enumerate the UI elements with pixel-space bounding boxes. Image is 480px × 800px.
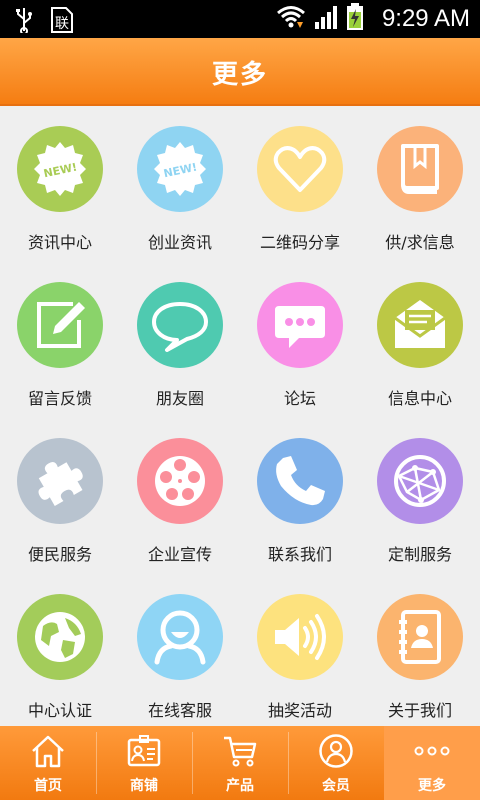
grid-item-label: 便民服务	[27, 545, 92, 564]
tab-label: 会员	[322, 778, 350, 794]
book-icon	[401, 144, 439, 194]
feature-grid: NEW! 资讯中心 NEW! 创业资讯 二维码分享 供/求信息 留言反馈 朋友圈	[0, 106, 480, 726]
puzzle-icon	[38, 461, 83, 506]
new-badge-icon: NEW!	[34, 142, 86, 196]
grid-item-moments[interactable]: 朋友圈	[120, 262, 240, 418]
contact-us-tile	[257, 438, 343, 524]
heart-icon	[273, 146, 327, 192]
grid-item-label: 企业宣传	[147, 545, 212, 564]
new-badge-icon: NEW!	[154, 142, 206, 196]
tab-shop[interactable]: 商铺	[96, 726, 192, 800]
grid-item-label: 定制服务	[387, 545, 452, 564]
certification-tile	[17, 594, 103, 680]
tab-label: 更多	[418, 778, 446, 794]
lottery-tile	[257, 594, 343, 680]
grid-item-label: 论坛	[283, 389, 316, 408]
grid-item-label: 创业资讯	[147, 233, 212, 252]
grid-item-online-service[interactable]: 在线客服	[120, 574, 240, 730]
edit-icon	[37, 302, 85, 348]
sim-icon: 联	[50, 6, 74, 38]
grid-item-label: 信息中心	[387, 389, 452, 408]
contacts-icon	[399, 610, 441, 664]
envelope-icon	[394, 300, 446, 348]
home-icon	[32, 735, 64, 768]
grid-item-startup-news[interactable]: NEW! 创业资讯	[120, 106, 240, 262]
globe-network-icon	[394, 455, 446, 507]
grid-item-lottery[interactable]: 抽奖活动	[240, 574, 360, 730]
grid-item-custom-service[interactable]: 定制服务	[360, 418, 480, 574]
phone-icon	[276, 456, 325, 506]
message-icon	[275, 306, 325, 348]
grid-item-news-center[interactable]: NEW! 资讯中心	[0, 106, 120, 262]
globe-icon	[35, 612, 85, 662]
speaker-icon	[275, 614, 326, 660]
startup-news-tile: NEW!	[137, 126, 223, 212]
grid-item-qr-share[interactable]: 二维码分享	[240, 106, 360, 262]
grid-item-forum[interactable]: 论坛	[240, 262, 360, 418]
tab-label: 商铺	[130, 778, 158, 794]
status-time: 9:29 AM	[381, 5, 470, 32]
film-reel-icon	[155, 456, 205, 506]
grid-item-supply-demand[interactable]: 供/求信息	[360, 106, 480, 262]
grid-item-label: 留言反馈	[27, 389, 92, 408]
tab-products[interactable]: 产品	[192, 726, 288, 800]
tab-home[interactable]: 首页	[0, 726, 96, 800]
grid-item-certification[interactable]: 中心认证	[0, 574, 120, 730]
grid-item-contact-us[interactable]: 联系我们	[240, 418, 360, 574]
tab-label: 产品	[226, 778, 254, 794]
svg-text:联: 联	[55, 16, 69, 32]
page-title: 更多	[211, 60, 268, 90]
grid-item-label: 资讯中心	[27, 233, 92, 252]
qr-share-tile	[257, 126, 343, 212]
grid-item-label: 供/求信息	[385, 233, 455, 252]
grid-item-label: 抽奖活动	[267, 701, 332, 720]
battery-charging-icon	[346, 3, 364, 35]
news-center-tile: NEW!	[17, 126, 103, 212]
tab-more[interactable]: 更多	[384, 726, 480, 800]
tab-label: 首页	[34, 778, 62, 794]
grid-item-convenience[interactable]: 便民服务	[0, 418, 120, 574]
promotion-tile	[137, 438, 223, 524]
header-bar: 更多	[0, 38, 480, 106]
grid-item-label: 中心认证	[27, 701, 92, 720]
member-icon	[319, 734, 353, 768]
status-bar: 联 9:29 AM	[0, 0, 480, 38]
grid-item-about-us[interactable]: 关于我们	[360, 574, 480, 730]
moments-tile	[137, 282, 223, 368]
chat-bubble-icon	[152, 302, 208, 352]
bottom-tab-bar: 首页 商铺 产品 会员 更多	[0, 726, 480, 800]
info-center-tile	[377, 282, 463, 368]
signal-icon	[314, 4, 338, 34]
grid-item-label: 联系我们	[267, 545, 332, 564]
grid-item-promotion[interactable]: 企业宣传	[120, 418, 240, 574]
usb-icon	[14, 7, 34, 37]
supply-demand-tile	[377, 126, 463, 212]
tab-member[interactable]: 会员	[288, 726, 384, 800]
grid-item-info-center[interactable]: 信息中心	[360, 262, 480, 418]
feedback-tile	[17, 282, 103, 368]
online-service-tile	[137, 594, 223, 680]
shop-card-icon	[127, 735, 161, 767]
custom-service-tile	[377, 438, 463, 524]
convenience-tile	[17, 438, 103, 524]
grid-item-feedback[interactable]: 留言反馈	[0, 262, 120, 418]
user-icon	[154, 610, 206, 665]
about-us-tile	[377, 594, 463, 680]
grid-item-label: 二维码分享	[259, 233, 340, 252]
more-dots-icon	[414, 746, 450, 756]
grid-item-label: 关于我们	[387, 701, 452, 720]
grid-item-label: 朋友圈	[155, 389, 204, 408]
grid-item-label: 在线客服	[147, 701, 212, 720]
forum-tile	[257, 282, 343, 368]
wifi-icon	[276, 4, 306, 34]
cart-icon	[224, 736, 257, 767]
